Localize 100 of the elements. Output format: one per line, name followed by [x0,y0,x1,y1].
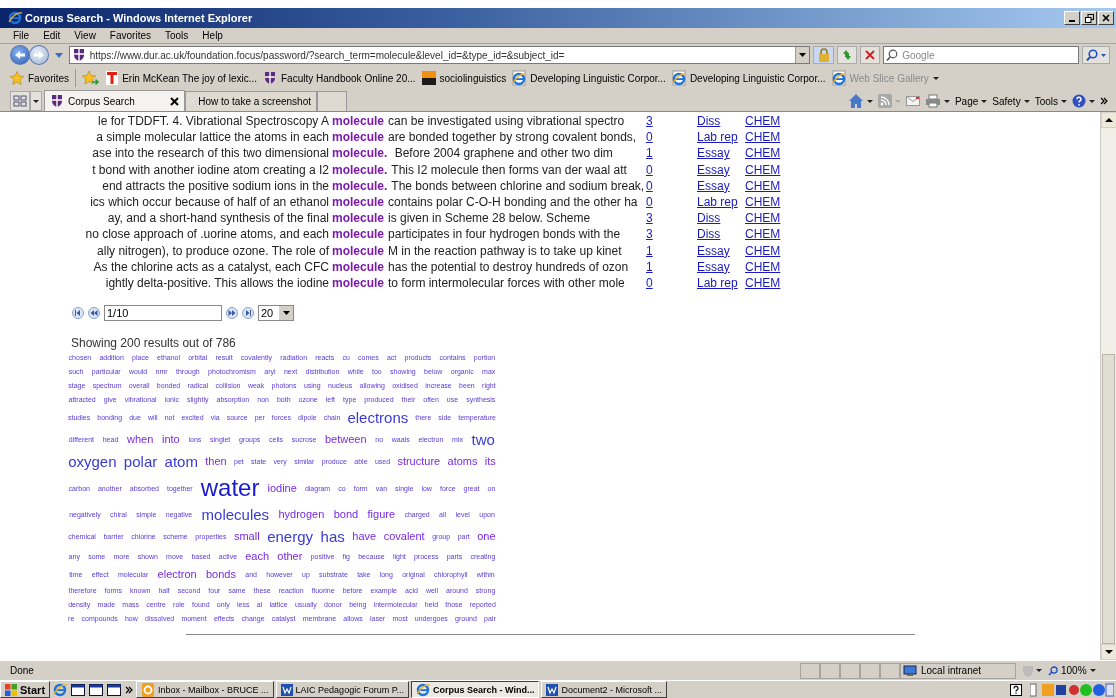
cloud-word[interactable]: hydrogen [278,509,325,521]
caret-icon[interactable] [54,52,63,58]
count-link[interactable]: 0 [646,178,653,193]
vertical-scrollbar[interactable] [1100,112,1116,660]
help-button[interactable] [1072,94,1095,108]
window-icon[interactable] [71,683,86,696]
zoom-button[interactable]: 100% [1048,665,1096,676]
forward-button[interactable] [28,45,49,65]
cloud-word[interactable]: two [471,432,495,448]
type-link[interactable]: Essay [697,178,730,193]
count-link[interactable]: 1 [646,259,653,274]
cloud-word[interactable]: bond [333,509,359,521]
close-button[interactable] [1098,11,1114,25]
count-link[interactable]: 1 [646,243,653,258]
start-button[interactable]: Start [0,681,51,698]
first-page-icon[interactable] [72,307,84,320]
count-link[interactable]: 3 [646,114,653,129]
next-page-icon[interactable] [226,307,238,320]
previous-page-icon[interactable] [88,307,100,320]
subject-link[interactable]: CHEM [745,211,781,226]
cloud-word[interactable]: polar [123,454,158,470]
type-link[interactable]: Lab rep [697,195,738,210]
type-link[interactable]: Diss [697,114,721,129]
type-link[interactable]: Essay [697,243,730,258]
subject-link[interactable]: CHEM [745,146,781,161]
window-icon[interactable] [107,683,122,696]
cloud-word[interactable]: iodine [267,482,297,494]
command-menu[interactable]: Tools [1034,95,1067,107]
refresh-button[interactable] [837,46,858,64]
cloud-word[interactable]: covalent [383,531,425,543]
cloud-word[interactable]: energy [267,529,314,545]
taskbar-button[interactable]: Corpus Search - Wind... [411,681,540,698]
menu-item[interactable]: Help [195,30,230,41]
window-icon[interactable] [89,683,104,696]
dropdown-button[interactable] [794,47,809,63]
down-arrow-icon[interactable] [1101,644,1116,660]
tab-list-button[interactable] [30,91,42,111]
chevron-icon[interactable] [125,685,134,694]
cloud-word[interactable]: bonds [206,569,236,581]
cloud-word[interactable]: water [200,476,260,501]
favorite-link[interactable]: Faculty Handbook Online 20... [263,70,416,86]
favorites-button[interactable]: Favorites [10,71,70,85]
favorite-link[interactable]: sociolinguistics [421,71,507,85]
subject-link[interactable]: CHEM [745,162,781,177]
back-button[interactable] [10,45,30,65]
subject-link[interactable]: CHEM [745,114,781,129]
mail-button[interactable] [905,96,920,106]
search-field[interactable]: Google [883,46,1080,64]
menu-item[interactable]: View [67,30,103,41]
cloud-word[interactable]: one [477,531,496,543]
type-link[interactable]: Lab rep [697,275,738,290]
subject-link[interactable]: CHEM [745,130,781,145]
subject-link[interactable]: CHEM [745,243,781,258]
type-link[interactable]: Essay [697,259,730,274]
subject-link[interactable]: CHEM [745,227,781,242]
type-link[interactable]: Essay [697,162,730,177]
count-link[interactable]: 3 [646,227,653,242]
subject-link[interactable]: CHEM [745,275,781,290]
type-link[interactable]: Diss [697,227,721,242]
cloud-word[interactable]: structure [397,456,441,468]
stop-button[interactable] [860,46,881,64]
cloud-word[interactable]: then [205,456,227,468]
command-menu[interactable]: Safety [992,95,1030,107]
cloud-word[interactable]: have [352,531,377,543]
search-button[interactable] [1082,46,1111,64]
cloud-word[interactable]: molecules [201,507,270,523]
type-link[interactable]: Essay [697,146,730,161]
count-link[interactable]: 0 [646,195,653,210]
cloud-word[interactable]: atom [164,454,198,470]
cloud-word[interactable]: electron [157,569,197,581]
cloud-word[interactable]: oxygen [68,454,117,470]
last-page-icon[interactable] [242,307,254,320]
restore-button[interactable] [1081,11,1097,25]
cloud-word[interactable]: has [320,529,345,545]
type-link[interactable]: Diss [697,211,721,226]
cloud-word[interactable]: into [162,434,180,446]
print-button[interactable] [924,94,950,108]
cloud-word[interactable]: figure [367,509,396,521]
cloud-word[interactable]: when [127,434,154,446]
count-link[interactable]: 0 [646,162,653,177]
cloud-word[interactable]: atoms [447,456,478,468]
menu-item[interactable]: Tools [158,30,196,41]
chevron-icon[interactable] [1100,97,1108,105]
count-link[interactable]: 0 [646,275,653,290]
command-menu[interactable]: Page [954,95,988,107]
page-field[interactable]: 1/10 [104,305,222,322]
help-icon[interactable] [1010,683,1022,696]
favorite-link[interactable]: Erin McKean The joy of lexic... [106,71,257,85]
cloud-word[interactable]: small [233,531,260,543]
type-link[interactable]: Lab rep [697,130,738,145]
subject-link[interactable]: CHEM [745,195,781,210]
cloud-word[interactable]: other [277,551,303,563]
count-link[interactable]: 1 [646,146,653,161]
taskbar-button[interactable]: Document2 - Microsoft ... [541,681,667,698]
count-link[interactable]: 0 [646,130,653,145]
up-arrow-icon[interactable] [1101,112,1116,128]
menu-item[interactable]: Edit [36,30,68,41]
minimize-button[interactable] [1064,11,1080,25]
cloud-word[interactable]: between [325,434,367,446]
tray-icons-drawing[interactable] [1030,682,1114,697]
